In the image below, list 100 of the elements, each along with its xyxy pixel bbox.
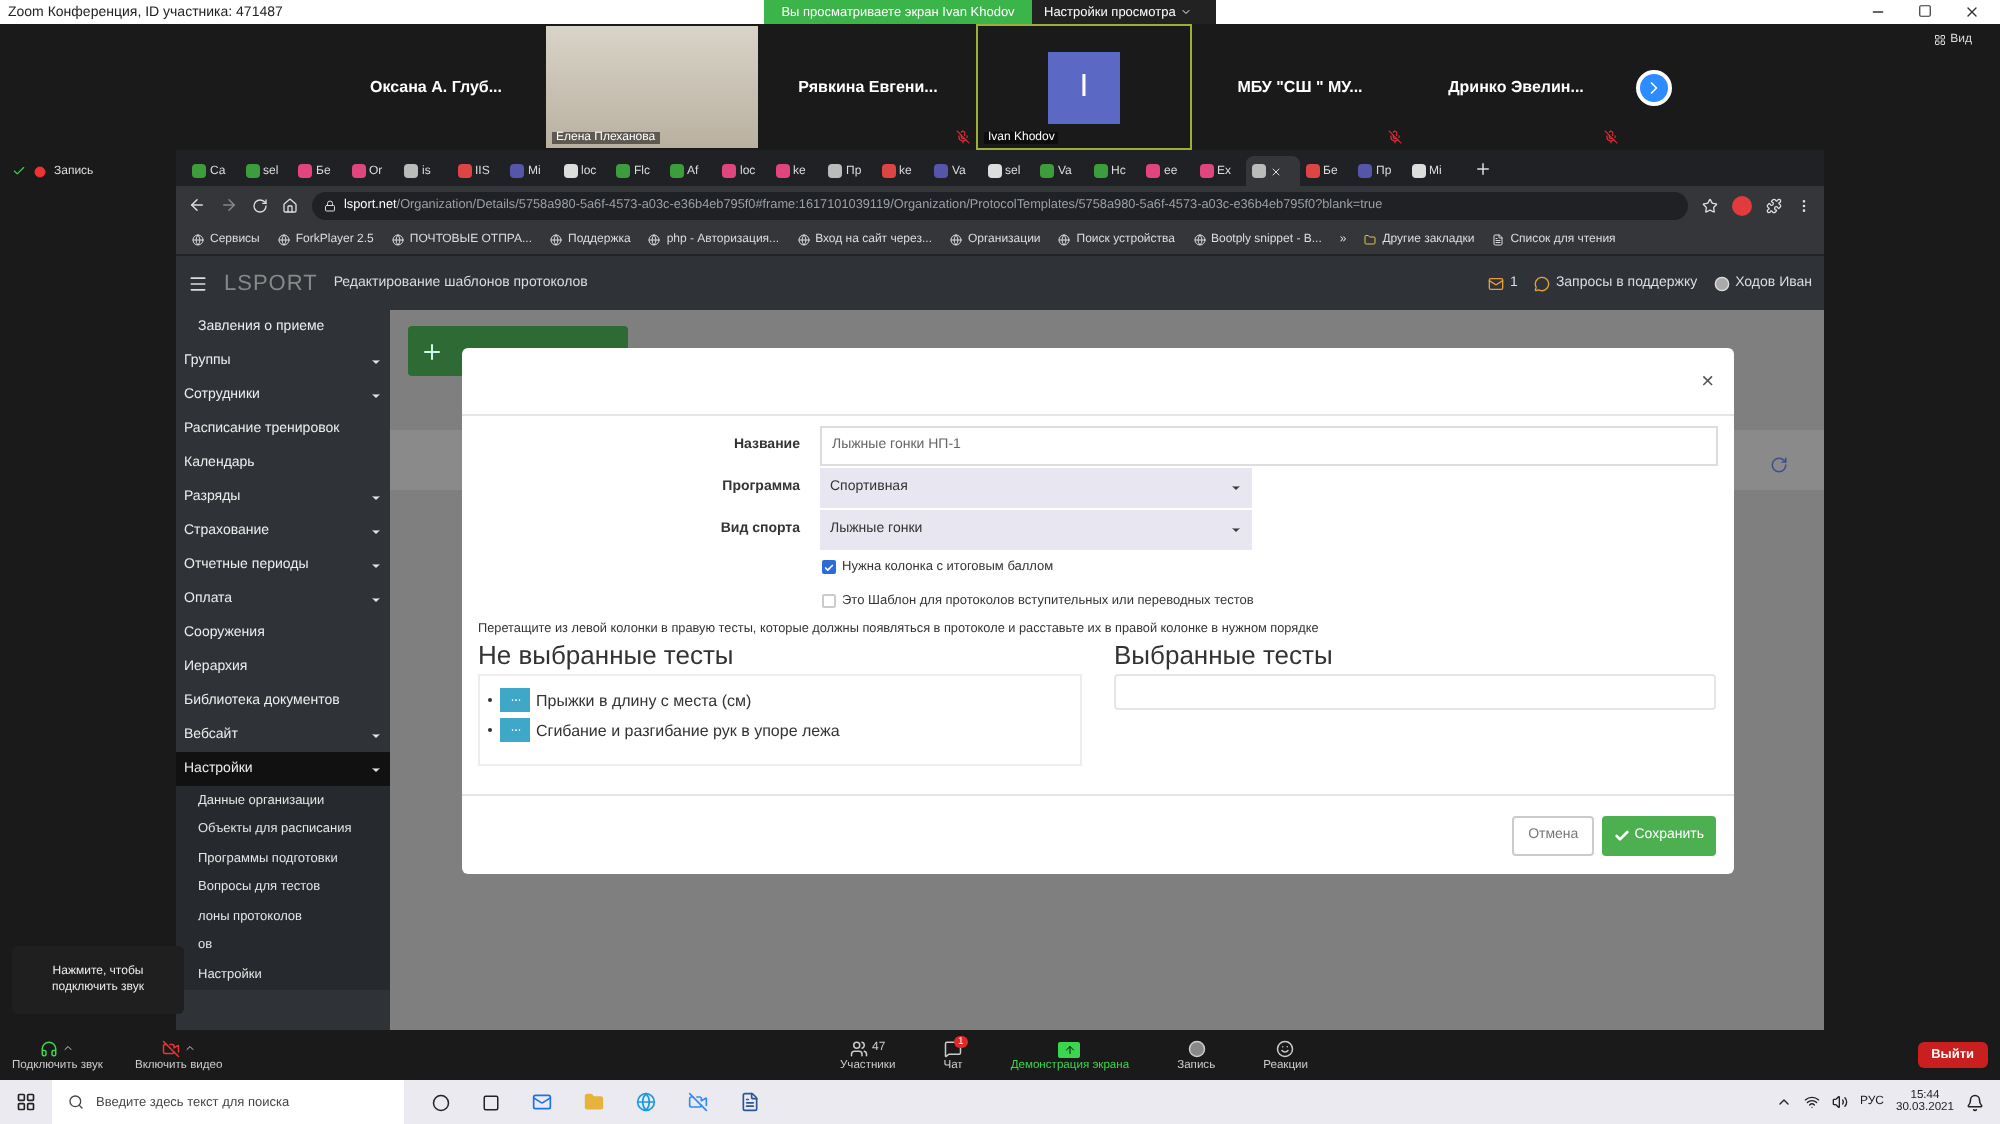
caret-icon xyxy=(370,763,382,775)
headphones-icon xyxy=(40,1039,59,1057)
globe-icon xyxy=(192,233,204,245)
next-page-button[interactable] xyxy=(1636,69,1672,105)
column-title: Не выбранные тесты xyxy=(478,640,736,670)
test-item[interactable]: Сгибание и разгибание рук в упоре лежа xyxy=(536,721,840,739)
close-icon[interactable] xyxy=(1964,4,1980,20)
globe-icon xyxy=(949,233,962,245)
caret-icon xyxy=(370,729,382,741)
network-icon[interactable] xyxy=(1803,1094,1820,1110)
globe-icon xyxy=(1193,233,1205,245)
favicon xyxy=(192,164,206,178)
favicon xyxy=(1146,164,1160,178)
lock-icon xyxy=(324,199,336,211)
mail-icon[interactable] xyxy=(532,1092,552,1112)
caret-icon xyxy=(1230,523,1242,535)
globe-icon xyxy=(1058,233,1071,245)
favicon xyxy=(881,164,895,178)
participant-name: Дринко Эвелин... xyxy=(1448,78,1584,96)
circle-icon[interactable] xyxy=(432,1093,450,1111)
home-icon[interactable] xyxy=(282,197,298,213)
document-icon xyxy=(1492,233,1505,245)
drag-handle[interactable] xyxy=(500,688,530,712)
favicon xyxy=(245,164,259,178)
favicon xyxy=(828,164,842,178)
favicon xyxy=(669,164,683,178)
globe-icon xyxy=(391,233,404,245)
checkbox[interactable] xyxy=(822,560,836,574)
app-logo: LSPORT xyxy=(224,271,318,295)
drag-handle[interactable] xyxy=(500,718,530,742)
favicon xyxy=(1199,164,1213,178)
user-avatar xyxy=(1713,275,1730,291)
globe-icon xyxy=(550,233,563,245)
globe-icon xyxy=(797,233,810,245)
close-button[interactable]: × xyxy=(1697,369,1718,393)
favicon xyxy=(722,164,736,178)
bookmark-star-icon[interactable] xyxy=(1702,197,1718,213)
favicon xyxy=(775,164,789,178)
chat-bubble-icon xyxy=(1533,275,1550,291)
extensions-icon[interactable] xyxy=(1766,197,1782,213)
favicon xyxy=(1305,164,1319,178)
browser-icon[interactable] xyxy=(636,1092,656,1112)
favicon xyxy=(1252,164,1266,178)
record-dot-icon xyxy=(34,165,46,177)
caret-icon xyxy=(370,525,382,537)
check-icon xyxy=(1614,827,1631,843)
participant-name: МБУ "СШ " МУ... xyxy=(1237,78,1363,96)
column-title: Выбранные тесты xyxy=(1114,640,1335,670)
favicon xyxy=(298,164,312,178)
favicon xyxy=(616,164,630,178)
check-icon xyxy=(824,561,834,573)
participant-name: Рявкина Евгени... xyxy=(798,78,938,96)
caret-icon xyxy=(370,355,382,367)
task-view-icon[interactable] xyxy=(482,1093,500,1111)
caret-icon xyxy=(183,1042,196,1054)
folder-icon xyxy=(1364,233,1377,245)
globe-icon xyxy=(648,233,661,245)
volume-icon[interactable] xyxy=(1831,1094,1848,1110)
document-icon[interactable] xyxy=(740,1092,760,1112)
reload-icon[interactable] xyxy=(252,197,268,213)
mail-icon xyxy=(1488,275,1505,291)
favicon xyxy=(563,164,577,178)
favicon xyxy=(1411,164,1425,178)
notifications-icon[interactable] xyxy=(1966,1093,1984,1111)
new-tab-icon[interactable] xyxy=(1474,159,1492,177)
start-icon[interactable] xyxy=(16,1092,36,1112)
participant-name: Оксана А. Глуб... xyxy=(369,78,502,96)
chat-icon xyxy=(944,1039,963,1057)
participant-avatar: I xyxy=(1048,51,1120,123)
favicon xyxy=(987,164,1001,178)
caret-icon xyxy=(1230,481,1242,493)
share-icon xyxy=(1058,1041,1081,1057)
favicon xyxy=(404,164,418,178)
caret-icon xyxy=(370,559,382,571)
favicon xyxy=(934,164,948,178)
caret-icon xyxy=(370,389,382,401)
favicon xyxy=(510,164,524,178)
grid-icon xyxy=(1934,34,1947,46)
favicon xyxy=(1093,164,1107,178)
test-item[interactable]: Прыжки в длину с места (см) xyxy=(536,691,752,709)
favicon xyxy=(457,164,471,178)
search-icon xyxy=(68,1094,84,1110)
caret-icon xyxy=(370,593,382,605)
favicon xyxy=(1358,164,1372,178)
camera-off-icon xyxy=(161,1039,180,1057)
browser-tab[interactable] xyxy=(1246,156,1299,186)
people-icon xyxy=(850,1039,868,1057)
record-icon xyxy=(1187,1039,1206,1057)
caret-icon xyxy=(370,491,382,503)
globe-icon xyxy=(277,233,290,245)
menu-icon[interactable] xyxy=(188,273,208,293)
caret-icon xyxy=(62,1042,75,1054)
caret-icon xyxy=(1179,6,1192,18)
extension-icon[interactable] xyxy=(1732,195,1752,215)
check-icon xyxy=(12,164,26,178)
smiley-icon xyxy=(1276,1039,1295,1057)
maximize-icon[interactable] xyxy=(1918,4,1932,18)
favicon xyxy=(1040,164,1054,178)
forward-icon[interactable] xyxy=(220,196,238,214)
back-icon[interactable] xyxy=(188,196,206,214)
